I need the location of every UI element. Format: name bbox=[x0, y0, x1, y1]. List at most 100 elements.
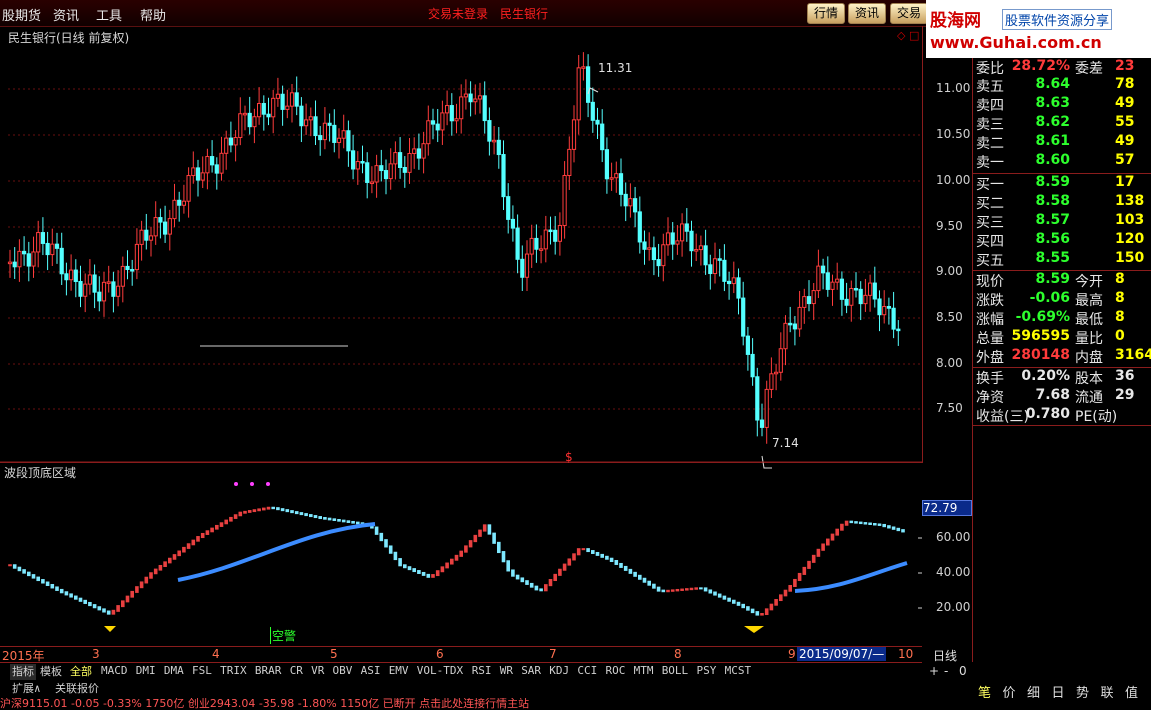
indicator-tab-roc[interactable]: ROC bbox=[606, 664, 626, 677]
indicator-bar bbox=[252, 509, 257, 513]
candle-body bbox=[628, 198, 633, 207]
indicator-bar bbox=[769, 603, 774, 611]
candle-body bbox=[242, 112, 248, 116]
indicator-tab-sar[interactable]: SAR bbox=[521, 664, 541, 677]
candle-body bbox=[496, 139, 501, 156]
menu-help[interactable]: 帮助 bbox=[140, 5, 166, 24]
price-tick-label: 8.00 bbox=[936, 356, 963, 370]
indicator-bar bbox=[121, 600, 125, 608]
indicator-bar bbox=[83, 599, 87, 604]
candle-body bbox=[111, 281, 116, 297]
zoom-out-button[interactable]: - bbox=[944, 664, 948, 678]
candle-body bbox=[487, 120, 492, 142]
candle-body bbox=[501, 154, 506, 198]
candle-body bbox=[468, 93, 473, 103]
indicator-tab-rsi[interactable]: RSI bbox=[472, 664, 492, 677]
dollar-mark: $ bbox=[565, 450, 573, 464]
indicator-tab-macd[interactable]: MACD bbox=[101, 664, 128, 677]
candle-body bbox=[529, 237, 534, 255]
indicator-bar bbox=[877, 523, 882, 526]
candle-body bbox=[633, 198, 638, 213]
indicator-tab-cr[interactable]: CR bbox=[290, 664, 303, 677]
indicator-bar bbox=[816, 548, 821, 557]
menu-tools[interactable]: 工具 bbox=[96, 5, 122, 24]
menu-futures[interactable]: 股期货 bbox=[2, 5, 41, 24]
indicator-bar bbox=[473, 534, 478, 543]
tab-related-quotes[interactable]: 关联报价 bbox=[55, 681, 99, 697]
candle-body bbox=[825, 272, 830, 290]
candle-body bbox=[195, 167, 201, 181]
candle-body bbox=[355, 161, 360, 170]
news-button[interactable]: 资讯 bbox=[848, 3, 887, 24]
candle-body bbox=[590, 101, 595, 121]
indicator-tab-mcst[interactable]: MCST bbox=[725, 664, 752, 677]
tab-templates[interactable]: 模板 bbox=[40, 664, 62, 680]
candle-body bbox=[327, 122, 332, 126]
period-label[interactable]: 日线 bbox=[933, 647, 957, 664]
indicator-bar bbox=[873, 523, 877, 526]
candle-body bbox=[562, 174, 567, 227]
candle-body bbox=[191, 167, 196, 177]
candle-body bbox=[299, 105, 304, 127]
indicator-tab-vol-tdx[interactable]: VOL-TDX bbox=[417, 664, 463, 677]
indicator-tab-kdj[interactable]: KDJ bbox=[549, 664, 569, 677]
indicator-tab-brar[interactable]: BRAR bbox=[255, 664, 282, 677]
tab-expand[interactable]: 扩展∧ bbox=[12, 681, 41, 697]
bottom-marker bbox=[104, 626, 116, 632]
indicator-tab-fsl[interactable]: FSL bbox=[192, 664, 212, 677]
candle-body bbox=[821, 265, 826, 274]
quote-top-row: 委比 28.72% 委差 23 bbox=[976, 58, 1135, 77]
menu-news[interactable]: 资讯 bbox=[53, 5, 79, 24]
indicator-tab-wr[interactable]: WR bbox=[500, 664, 513, 677]
candle-body bbox=[755, 376, 760, 421]
candle-body bbox=[623, 193, 628, 207]
zoom-reset-button[interactable]: 0 bbox=[959, 664, 967, 678]
candle-body bbox=[266, 113, 271, 118]
indicator-tab-vr[interactable]: VR bbox=[311, 664, 324, 677]
candle-body bbox=[308, 116, 313, 121]
ticker-bar[interactable]: 沪深9115.01 -0.05 -0.33% 1750亿 创业2943.04 -… bbox=[0, 698, 1151, 710]
brand-slogan: 股票软件资源分享 bbox=[1002, 9, 1113, 30]
indicator-bar bbox=[459, 550, 463, 557]
candle-body bbox=[473, 98, 478, 103]
brand-url: www.Guhai.com.cn bbox=[930, 33, 1102, 52]
indicator-bar bbox=[130, 590, 134, 598]
candle-body bbox=[97, 291, 102, 302]
indicator-bar bbox=[78, 597, 83, 602]
candle-body bbox=[200, 172, 205, 181]
indicator-bar bbox=[614, 560, 619, 565]
indicator-tab-dmi[interactable]: DMI bbox=[136, 664, 156, 677]
indicator-bar bbox=[844, 520, 849, 526]
candle-body bbox=[360, 161, 365, 164]
candle-body bbox=[675, 240, 680, 245]
candle-body bbox=[271, 97, 276, 118]
indicator-bar bbox=[398, 558, 402, 567]
indicator-bar bbox=[511, 569, 515, 577]
indicator-bar bbox=[139, 581, 144, 589]
candle-body bbox=[741, 297, 746, 337]
indicator-bar bbox=[116, 605, 120, 612]
indicator-tab-mtm[interactable]: MTM bbox=[634, 664, 654, 677]
indicator-tab-boll[interactable]: BOLL bbox=[662, 664, 689, 677]
indicator-bar bbox=[736, 601, 741, 606]
indicator-bar bbox=[374, 526, 379, 535]
zoom-in-button[interactable]: + bbox=[929, 664, 939, 678]
candle-body bbox=[557, 225, 562, 242]
candle-body bbox=[148, 235, 154, 241]
quote-button[interactable]: 行情 bbox=[807, 3, 846, 24]
candle-body bbox=[731, 277, 736, 285]
candle-body bbox=[45, 242, 50, 256]
indicator-tab-psy[interactable]: PSY bbox=[697, 664, 717, 677]
indicator-tab-obv[interactable]: OBV bbox=[333, 664, 353, 677]
tab-all[interactable]: 全部 bbox=[70, 664, 92, 680]
trade-button[interactable]: 交易 bbox=[890, 3, 929, 24]
indicator-tab-dma[interactable]: DMA bbox=[164, 664, 184, 677]
indicator-tab-emv[interactable]: EMV bbox=[389, 664, 409, 677]
candle-body bbox=[604, 149, 609, 180]
indicator-tab-asi[interactable]: ASI bbox=[361, 664, 381, 677]
indicator-bar bbox=[746, 606, 750, 611]
tab-indicators[interactable]: 指标 bbox=[10, 664, 36, 680]
candle-body bbox=[134, 243, 140, 271]
indicator-tab-trix[interactable]: TRIX bbox=[220, 664, 247, 677]
indicator-tab-cci[interactable]: CCI bbox=[577, 664, 597, 677]
